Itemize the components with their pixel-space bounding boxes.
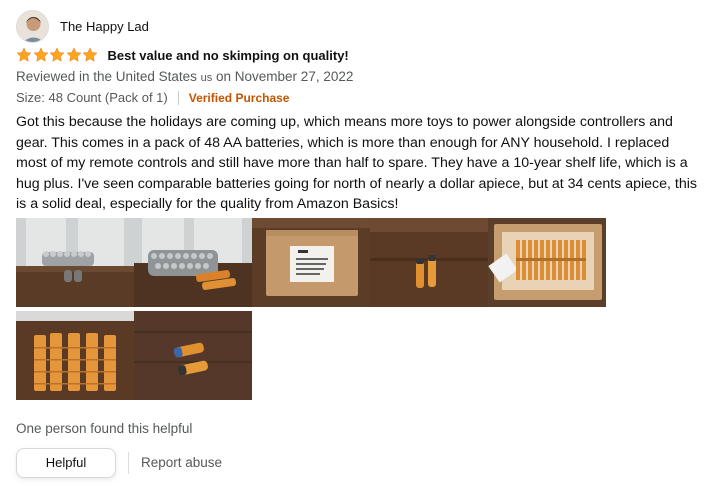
country-code: us bbox=[200, 72, 213, 84]
divider bbox=[177, 90, 179, 105]
divider bbox=[128, 452, 129, 474]
review-image-thumbnail[interactable] bbox=[134, 311, 252, 400]
variant-row: Size: 48 Count (Pack of 1) Verified Purc… bbox=[16, 90, 289, 105]
reviewer-profile[interactable]: The Happy Lad bbox=[16, 10, 149, 43]
review-title-row: Best value and no skimping on quality! bbox=[16, 47, 349, 63]
star-icon bbox=[65, 47, 82, 62]
reviewer-name[interactable]: The Happy Lad bbox=[60, 19, 149, 34]
review-image-thumbnail[interactable] bbox=[252, 218, 370, 307]
review-image-thumbnail[interactable] bbox=[16, 311, 134, 400]
review-title[interactable]: Best value and no skimping on quality! bbox=[108, 48, 349, 63]
amazon-box-closed-icon bbox=[252, 218, 370, 307]
review-date-prefix: Reviewed in the United States bbox=[16, 69, 197, 84]
review-image-thumbnail[interactable] bbox=[16, 218, 134, 307]
review-image-thumbnail[interactable] bbox=[370, 218, 488, 307]
two-batteries-on-table-icon bbox=[370, 218, 488, 307]
batteries-grid-on-table-icon bbox=[16, 311, 134, 400]
star-rating[interactable] bbox=[16, 47, 99, 63]
helpful-count: One person found this helpful bbox=[16, 421, 193, 436]
review-date: Reviewed in the United States us on Nove… bbox=[16, 69, 353, 84]
verified-purchase-badge: Verified Purchase bbox=[188, 90, 290, 105]
report-abuse-link[interactable]: Report abuse bbox=[141, 455, 222, 470]
star-icon bbox=[32, 47, 49, 62]
review-body: Got this because the holidays are coming… bbox=[16, 114, 697, 212]
review-image-thumbnail[interactable] bbox=[488, 218, 606, 307]
batteries-pile-with-two-loose-icon bbox=[134, 218, 252, 307]
batteries-row-standing-icon bbox=[16, 218, 134, 307]
user-avatar-icon bbox=[17, 11, 48, 42]
star-icon bbox=[49, 47, 65, 62]
avatar[interactable] bbox=[16, 10, 49, 43]
two-batteries-close-up-icon bbox=[134, 311, 252, 400]
review-image-thumbnail[interactable] bbox=[134, 218, 252, 307]
review-date-suffix: on November 27, 2022 bbox=[216, 69, 354, 84]
variant-label[interactable]: Size: 48 Count (Pack of 1) bbox=[16, 90, 168, 105]
box-open-batteries-icon bbox=[488, 218, 606, 307]
helpful-button[interactable]: Helpful bbox=[16, 448, 116, 478]
star-icon bbox=[82, 47, 98, 62]
star-icon bbox=[16, 47, 32, 62]
